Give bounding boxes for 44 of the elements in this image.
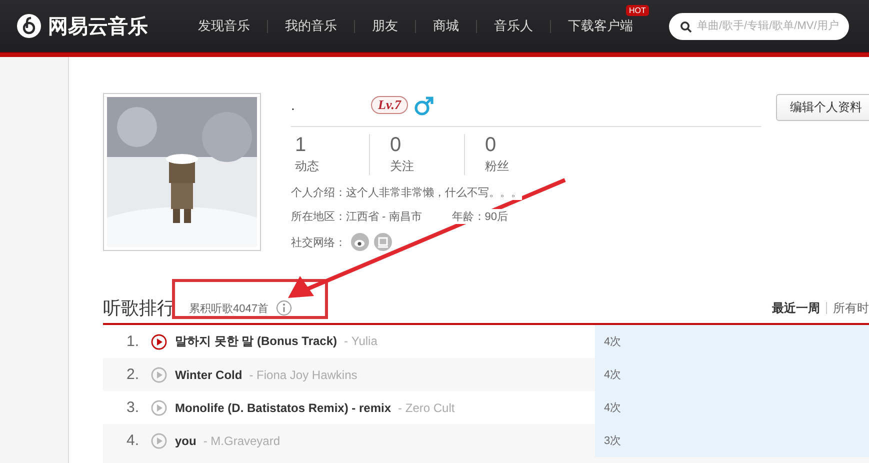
rank-number: 3.: [125, 399, 139, 416]
logo-text: 网易云音乐: [48, 14, 148, 40]
song-title[interactable]: you: [175, 434, 196, 448]
period-tab[interactable]: 最近一周: [772, 300, 820, 316]
nav-link[interactable]: 下载客户端: [568, 17, 633, 35]
stat-value[interactable]: 1: [295, 134, 347, 157]
play-count: 4次: [604, 401, 622, 415]
rank-number: 1.: [125, 333, 139, 350]
nav-link[interactable]: 商城: [433, 17, 459, 35]
stat-value[interactable]: 0: [390, 134, 442, 157]
nav-link[interactable]: 我的音乐: [285, 17, 337, 35]
stat-label: 动态: [295, 158, 320, 175]
edit-profile-button[interactable]: 编辑个人资料: [776, 94, 869, 121]
play-count: 3次: [604, 434, 622, 448]
stat-value[interactable]: 0: [485, 134, 537, 157]
info-icon: [276, 300, 292, 316]
eye-icon[interactable]: [351, 233, 369, 251]
song-title[interactable]: Winter Cold: [175, 368, 242, 382]
framed-box-icon[interactable]: [374, 233, 392, 251]
social-label: 社交网络：: [291, 236, 346, 250]
nav-link[interactable]: 发现音乐: [198, 17, 250, 35]
search-field[interactable]: 单曲/歌手/专辑/歌单/MV/用户: [669, 12, 849, 40]
logo-icon: [16, 13, 42, 39]
rank-number: 2.: [125, 366, 139, 383]
stat-label: 粉丝: [485, 158, 510, 175]
nav-link[interactable]: 朋友: [372, 17, 398, 35]
play-count: 4次: [604, 335, 622, 349]
hot-badge: HOT: [626, 5, 649, 16]
song-title[interactable]: 말하지 못한 말 (Bonus Track): [175, 334, 338, 348]
search-icon: [680, 20, 692, 32]
region-text: 所在地区：江西省 - 南昌市: [291, 209, 422, 224]
total-count: 累积听歌4047首: [189, 302, 268, 316]
user-name: .: [291, 97, 296, 113]
age-text: 年龄：90后: [452, 209, 508, 224]
rank-number: 4.: [125, 432, 139, 449]
male-icon: [414, 94, 435, 116]
nav-link[interactable]: 音乐人: [494, 17, 533, 35]
play-icon[interactable]: [151, 334, 167, 350]
intro-text: 个人介绍：这个人非常非常懒，什么不写。。。: [291, 185, 522, 200]
play-count: 4次: [604, 368, 622, 382]
period-tab[interactable]: 所有时: [833, 300, 869, 316]
stat-label: 关注: [390, 158, 415, 175]
song-title[interactable]: Monolife (D. Batistatos Remix) - remix: [175, 400, 392, 414]
level-badge: Lv.7: [371, 96, 408, 114]
